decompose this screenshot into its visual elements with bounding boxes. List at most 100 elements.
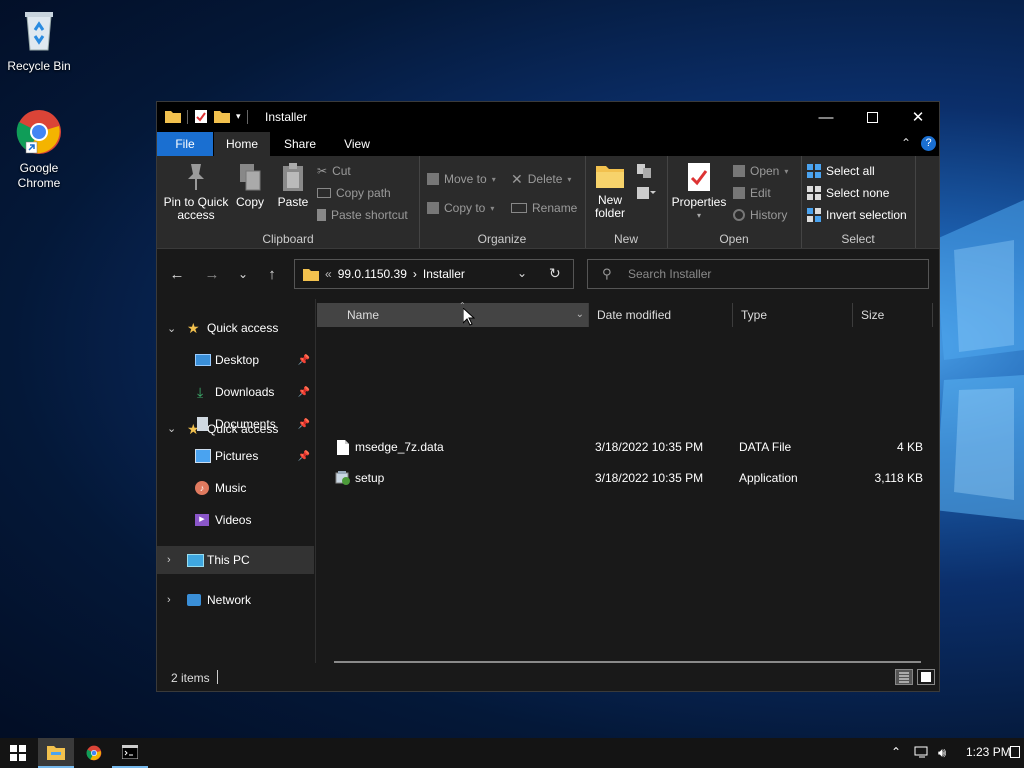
new-folder-icon[interactable] bbox=[214, 110, 230, 123]
tab-share[interactable]: Share bbox=[271, 132, 329, 156]
history-label: History bbox=[750, 208, 788, 222]
file-name: setup bbox=[355, 471, 385, 485]
properties-button[interactable]: Properties ▾ bbox=[671, 162, 727, 222]
desktop-icon-google-chrome[interactable]: Google Chrome bbox=[3, 108, 75, 191]
invert-selection-button[interactable]: Invert selection bbox=[807, 205, 907, 225]
star-icon: ★ bbox=[187, 319, 200, 336]
data-file-icon bbox=[337, 440, 349, 455]
easy-access-button[interactable] bbox=[635, 184, 659, 204]
help-icon[interactable]: ? bbox=[921, 136, 936, 151]
expand-arrow-icon[interactable]: › bbox=[167, 554, 171, 566]
file-row[interactable]: msedge_7z.data 3/18/2022 10:35 PM DATA F… bbox=[317, 433, 939, 461]
recent-locations-button[interactable]: ⌄ bbox=[232, 263, 254, 285]
cut-button[interactable]: ✂ Cut bbox=[317, 161, 351, 181]
nav-music[interactable]: ♪ Music bbox=[157, 474, 314, 502]
delete-button[interactable]: ✕ Delete ▾ bbox=[511, 169, 571, 189]
column-filter-chevron-icon[interactable]: ⌄ bbox=[576, 303, 584, 327]
edit-icon bbox=[733, 187, 745, 199]
pin-to-quick-access-button[interactable]: Pin to Quick access bbox=[161, 162, 231, 222]
customize-toolbar-icon[interactable]: ▾ bbox=[236, 111, 241, 122]
breadcrumb-parent[interactable]: 99.0.1150.39 bbox=[338, 267, 407, 281]
large-icons-view-button[interactable] bbox=[917, 669, 935, 685]
pin-icon: 📌 bbox=[297, 354, 310, 366]
collapse-ribbon-icon[interactable]: ⌃ bbox=[901, 136, 911, 150]
nav-downloads[interactable]: ⤓ Downloads 📌 bbox=[157, 378, 314, 406]
organize-group: Move to ▾ Copy to ▾ ✕ Delete ▾ Rename Or… bbox=[419, 156, 586, 248]
tab-file[interactable]: File bbox=[157, 132, 213, 156]
file-list: Name ⌃ ⌄ Date modified Type Size msedge_… bbox=[317, 299, 939, 663]
search-box[interactable]: ⚲ Search Installer bbox=[587, 259, 929, 289]
nav-desktop[interactable]: Desktop 📌 bbox=[157, 346, 314, 374]
nav-quick-access[interactable]: ⌄ ★ Quick access bbox=[157, 314, 314, 342]
nav-videos[interactable]: ▶ Videos bbox=[157, 506, 314, 534]
open-button[interactable]: Open ▾ bbox=[733, 161, 788, 181]
column-header-name[interactable]: Name ⌃ ⌄ bbox=[317, 301, 589, 327]
move-to-icon bbox=[427, 173, 439, 185]
paste-shortcut-button[interactable]: Paste shortcut bbox=[317, 205, 408, 225]
refresh-icon[interactable]: ↻ bbox=[549, 265, 561, 282]
network-tray-icon[interactable] bbox=[914, 745, 930, 762]
close-button[interactable]: ✕ bbox=[895, 102, 941, 132]
expand-arrow-icon[interactable]: › bbox=[167, 594, 171, 606]
move-to-button[interactable]: Move to ▾ bbox=[427, 169, 496, 189]
paste-icon bbox=[283, 163, 303, 191]
maximize-button[interactable] bbox=[849, 102, 895, 132]
nav-this-pc[interactable]: › This PC bbox=[157, 546, 314, 574]
column-header-size[interactable]: Size bbox=[853, 303, 933, 327]
back-button[interactable]: ← bbox=[166, 263, 188, 285]
file-row[interactable]: setup 3/18/2022 10:35 PM Application 3,1… bbox=[317, 464, 939, 492]
clock[interactable]: 1:23 PM bbox=[966, 745, 1011, 759]
tab-home[interactable]: Home bbox=[214, 132, 270, 156]
desktop-icon-recycle-bin[interactable]: Recycle Bin bbox=[3, 8, 75, 74]
copy-icon bbox=[240, 164, 261, 191]
forward-button[interactable]: → bbox=[201, 263, 223, 285]
select-group: Select all Select none Invert selection … bbox=[801, 156, 916, 248]
new-folder-button[interactable]: New folder bbox=[589, 162, 631, 220]
chrome-icon bbox=[16, 110, 61, 154]
nav-videos-label: Videos bbox=[215, 513, 252, 527]
rename-button[interactable]: Rename bbox=[511, 198, 577, 218]
properties-check-icon[interactable] bbox=[194, 109, 208, 124]
title-bar[interactable]: ▾ Installer — ✕ bbox=[157, 102, 939, 132]
pin-icon bbox=[188, 164, 204, 190]
nav-documents[interactable]: Documents 📌 bbox=[157, 410, 314, 438]
edit-button[interactable]: Edit bbox=[733, 183, 771, 203]
select-none-button[interactable]: Select none bbox=[807, 183, 889, 203]
copy-to-button[interactable]: Copy to ▾ bbox=[427, 198, 494, 218]
volume-icon[interactable]: 🔊︎ bbox=[938, 745, 946, 761]
new-item-button[interactable] bbox=[635, 162, 659, 182]
column-header-type[interactable]: Type bbox=[733, 303, 853, 327]
show-hidden-icons-chevron-icon[interactable]: ⌃ bbox=[891, 745, 901, 759]
file-type: DATA File bbox=[739, 440, 792, 454]
taskbar-command-prompt[interactable] bbox=[112, 738, 148, 768]
details-view-button[interactable] bbox=[895, 669, 913, 685]
column-name-label: Name bbox=[347, 308, 380, 322]
paste-shortcut-icon bbox=[317, 209, 326, 221]
up-button[interactable]: ↑ bbox=[261, 263, 283, 285]
paste-button[interactable]: Paste bbox=[273, 162, 313, 209]
select-all-button[interactable]: Select all bbox=[807, 161, 875, 181]
nav-downloads-label: Downloads bbox=[215, 385, 275, 399]
notification-icon[interactable] bbox=[1010, 746, 1020, 758]
copy-button[interactable]: Copy bbox=[233, 162, 267, 209]
copy-path-button[interactable]: Copy path bbox=[317, 183, 391, 203]
address-history-dropdown-icon[interactable]: ⌄ bbox=[517, 266, 527, 280]
nav-network[interactable]: › Network bbox=[157, 586, 314, 614]
breadcrumb-current[interactable]: Installer bbox=[423, 267, 465, 281]
breadcrumb-overflow[interactable]: « bbox=[325, 267, 332, 281]
chrome-icon bbox=[86, 745, 102, 761]
start-button[interactable] bbox=[0, 738, 36, 768]
copy-label: Copy bbox=[235, 195, 264, 209]
address-bar[interactable]: « 99.0.1150.39 › Installer ⌄ ↻ bbox=[294, 259, 574, 289]
tab-view[interactable]: View bbox=[329, 132, 385, 156]
status-separator bbox=[217, 670, 218, 684]
arrow-left-icon: ← bbox=[169, 265, 185, 283]
history-button[interactable]: History bbox=[733, 205, 787, 225]
taskbar-chrome[interactable] bbox=[76, 738, 112, 768]
minimize-button[interactable]: — bbox=[803, 102, 849, 132]
taskbar-file-explorer[interactable] bbox=[38, 738, 74, 768]
collapse-arrow-icon[interactable]: ⌄ bbox=[167, 322, 176, 335]
nav-pictures[interactable]: Pictures 📌 bbox=[157, 442, 314, 470]
column-header-date[interactable]: Date modified bbox=[589, 303, 733, 327]
select-all-icon bbox=[807, 164, 821, 178]
